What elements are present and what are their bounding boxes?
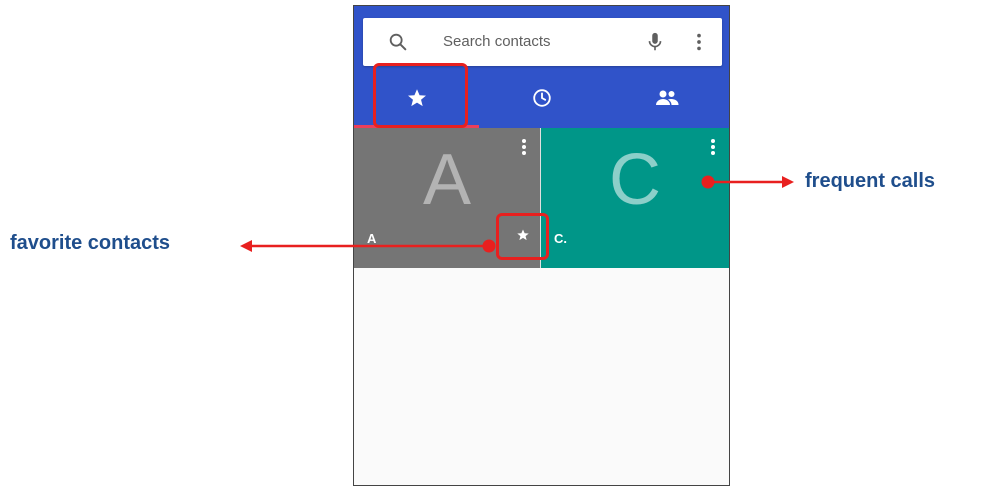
frequent-calls-label: frequent calls xyxy=(805,170,936,192)
favorite-contacts-label: favorite contacts xyxy=(10,232,171,254)
